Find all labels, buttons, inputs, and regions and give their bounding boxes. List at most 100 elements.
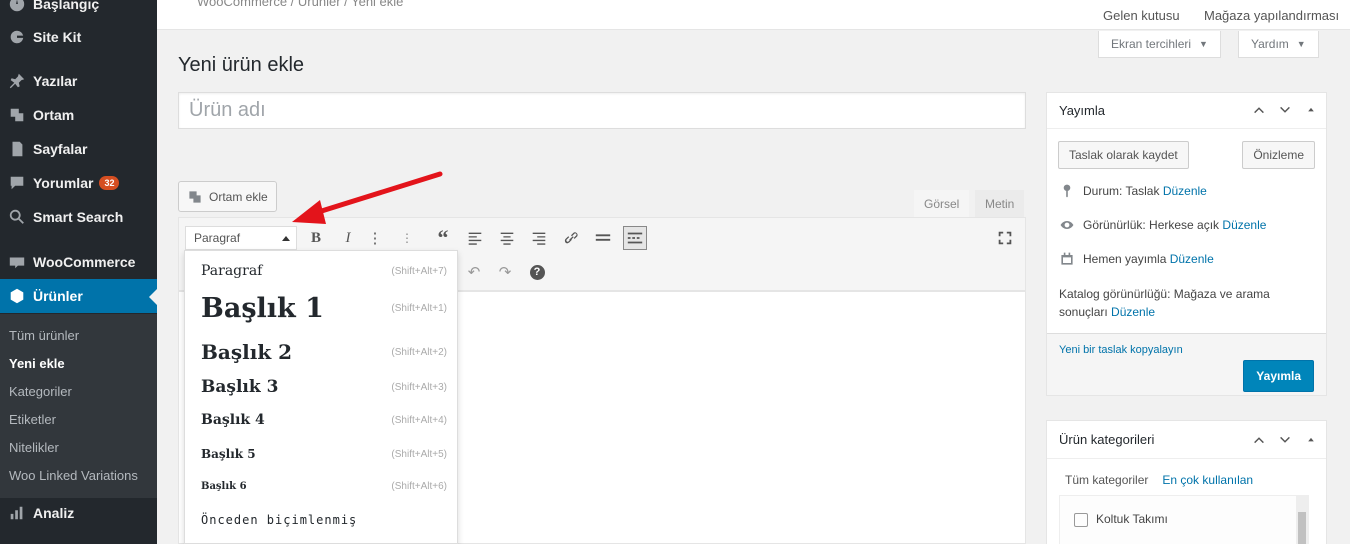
active-indicator bbox=[149, 289, 157, 305]
link-icon bbox=[564, 232, 578, 244]
add-media-label: Ortam ekle bbox=[209, 189, 268, 204]
google-icon bbox=[7, 27, 27, 47]
format-option-label: Başlık 2 bbox=[201, 340, 293, 364]
format-option-h3[interactable]: Başlık 3 (Shift+Alt+3) bbox=[201, 377, 447, 397]
menu-products[interactable]: Ürünler bbox=[0, 279, 157, 313]
edit-schedule-link[interactable]: Düzenle bbox=[1170, 252, 1214, 266]
menu-pages[interactable]: Sayfalar bbox=[0, 132, 157, 166]
submenu-attributes[interactable]: Nitelikler bbox=[9, 440, 59, 455]
submenu-linked-variations[interactable]: Woo Linked Variations bbox=[9, 468, 138, 483]
format-option-shortcut: (Shift+Alt+7) bbox=[391, 265, 447, 277]
toolbar-toggle-button[interactable] bbox=[623, 226, 647, 250]
publish-footer: Yeni bir taslak kopyalayın Yayımla bbox=[1047, 333, 1326, 395]
help-keyboard-button[interactable]: ? bbox=[525, 260, 549, 284]
schedule-row: Hemen yayımla Düzenle bbox=[1059, 251, 1214, 267]
format-dropdown: Paragraf (Shift+Alt+7) Başlık 1 (Shift+A… bbox=[184, 250, 458, 544]
undo-button[interactable]: ↶ bbox=[462, 260, 486, 284]
help-label: Yardım bbox=[1251, 37, 1289, 51]
submenu-categories[interactable]: Kategoriler bbox=[9, 384, 72, 399]
scroll-thumb[interactable] bbox=[1298, 512, 1306, 544]
catalog-visibility-text: Katalog görünürlüğü: Mağaza ve arama son… bbox=[1059, 287, 1270, 319]
category-scrollbar[interactable] bbox=[1296, 496, 1308, 544]
link-button[interactable] bbox=[559, 226, 583, 250]
status-row: Durum: Taslak Düzenle bbox=[1059, 183, 1207, 199]
bold-button[interactable]: B bbox=[304, 226, 328, 250]
chevron-down-icon[interactable] bbox=[1278, 433, 1292, 447]
bullet-list-button[interactable]: ⋮ bbox=[363, 226, 387, 250]
fullscreen-button[interactable] bbox=[993, 226, 1017, 250]
screen-options-button[interactable]: Ekran tercihleri ▼ bbox=[1098, 31, 1221, 58]
save-draft-button[interactable]: Taslak olarak kaydet bbox=[1058, 141, 1189, 169]
submenu-all-products[interactable]: Tüm ürünler bbox=[9, 328, 79, 343]
store-setup-link[interactable]: Mağaza yapılandırması bbox=[1204, 8, 1339, 23]
menu-label: Sayfalar bbox=[33, 141, 88, 157]
align-center-button[interactable] bbox=[495, 226, 519, 250]
menu-comments[interactable]: Yorumlar 32 bbox=[0, 166, 157, 200]
comment-count-badge: 32 bbox=[99, 176, 120, 190]
format-option-h1[interactable]: Başlık 1 (Shift+Alt+1) bbox=[201, 293, 447, 324]
menu-woocommerce[interactable]: WooCommerce bbox=[0, 245, 157, 279]
align-left-button[interactable] bbox=[463, 226, 487, 250]
fullscreen-icon bbox=[998, 231, 1012, 245]
product-categories-box: Ürün kategorileri Tüm kategoriler En çok… bbox=[1046, 420, 1327, 544]
format-select[interactable]: Paragraf bbox=[185, 226, 297, 250]
submenu-tags[interactable]: Etiketler bbox=[9, 412, 56, 427]
chevron-up-icon[interactable] bbox=[1252, 103, 1266, 117]
dashboard-icon bbox=[7, 0, 27, 14]
status-text: Durum: Taslak bbox=[1083, 184, 1160, 198]
categories-title: Ürün kategorileri bbox=[1059, 432, 1155, 447]
caret-up-icon bbox=[282, 236, 290, 241]
tab-visual[interactable]: Görsel bbox=[914, 190, 970, 217]
format-option-h6[interactable]: Başlık 6 (Shift+Alt+6) bbox=[201, 481, 447, 492]
format-option-h2[interactable]: Başlık 2 (Shift+Alt+2) bbox=[201, 340, 447, 364]
caret-down-icon: ▼ bbox=[1296, 39, 1306, 49]
edit-status-link[interactable]: Düzenle bbox=[1163, 184, 1207, 198]
menu-dashboard[interactable]: Başlangıç bbox=[0, 0, 157, 21]
pin-icon bbox=[7, 71, 27, 91]
menu-label: WooCommerce bbox=[33, 254, 136, 270]
chevron-down-icon[interactable] bbox=[1278, 103, 1292, 117]
triangle-up-icon[interactable] bbox=[1304, 433, 1318, 447]
format-option-preformatted[interactable]: Önceden biçimlenmiş bbox=[201, 513, 447, 527]
menu-analytics[interactable]: Analiz bbox=[0, 496, 157, 530]
menu-label: Başlangıç bbox=[33, 0, 100, 12]
triangle-up-icon[interactable] bbox=[1304, 103, 1318, 117]
copy-draft-link[interactable]: Yeni bir taslak kopyalayın bbox=[1059, 344, 1183, 356]
edit-catalog-visibility-link[interactable]: Düzenle bbox=[1111, 305, 1155, 319]
screen-options-label: Ekran tercihleri bbox=[1111, 37, 1192, 51]
tab-most-used[interactable]: En çok kullanılan bbox=[1162, 473, 1253, 487]
tab-text[interactable]: Metin bbox=[975, 190, 1025, 217]
add-media-button[interactable]: Ortam ekle bbox=[178, 181, 277, 212]
format-option-h5[interactable]: Başlık 5 (Shift+Alt+5) bbox=[201, 447, 447, 461]
redo-button[interactable]: ↷ bbox=[493, 260, 517, 284]
format-option-shortcut: (Shift+Alt+6) bbox=[391, 481, 447, 492]
blockquote-button[interactable]: “ bbox=[431, 225, 455, 250]
calendar-icon bbox=[1061, 252, 1073, 265]
numbered-list-button[interactable]: ⋮ bbox=[395, 226, 419, 250]
format-option-h4[interactable]: Başlık 4 (Shift+Alt+4) bbox=[201, 412, 447, 428]
align-right-button[interactable] bbox=[527, 226, 551, 250]
product-name-input[interactable]: Ürün adı bbox=[178, 92, 1026, 129]
edit-visibility-link[interactable]: Düzenle bbox=[1222, 218, 1266, 232]
format-option-label: Önceden biçimlenmiş bbox=[201, 513, 358, 527]
preview-button[interactable]: Önizleme bbox=[1242, 141, 1315, 169]
menu-smart-search[interactable]: Smart Search bbox=[0, 200, 157, 234]
read-more-button[interactable] bbox=[591, 226, 615, 250]
category-checklist: Koltuk Takımı bbox=[1059, 495, 1309, 544]
category-item[interactable]: Koltuk Takımı bbox=[1074, 512, 1168, 527]
format-option-paragraph[interactable]: Paragraf (Shift+Alt+7) bbox=[201, 263, 447, 279]
publish-box-header: Yayımla bbox=[1047, 93, 1326, 129]
help-button[interactable]: Yardım ▼ bbox=[1238, 31, 1319, 58]
publish-button[interactable]: Yayımla bbox=[1243, 360, 1314, 392]
menu-media[interactable]: Ortam bbox=[0, 98, 157, 132]
italic-button[interactable]: I bbox=[336, 226, 360, 250]
format-option-shortcut: (Shift+Alt+5) bbox=[391, 448, 447, 460]
category-checkbox[interactable] bbox=[1074, 512, 1088, 527]
tab-all-categories[interactable]: Tüm kategoriler bbox=[1065, 473, 1148, 487]
menu-site-kit[interactable]: Site Kit bbox=[0, 20, 157, 54]
submenu-add-new[interactable]: Yeni ekle bbox=[9, 356, 65, 371]
chevron-up-icon[interactable] bbox=[1252, 433, 1266, 447]
inbox-link[interactable]: Gelen kutusu bbox=[1103, 8, 1180, 23]
pin-icon bbox=[1063, 184, 1071, 198]
menu-posts[interactable]: Yazılar bbox=[0, 64, 157, 98]
